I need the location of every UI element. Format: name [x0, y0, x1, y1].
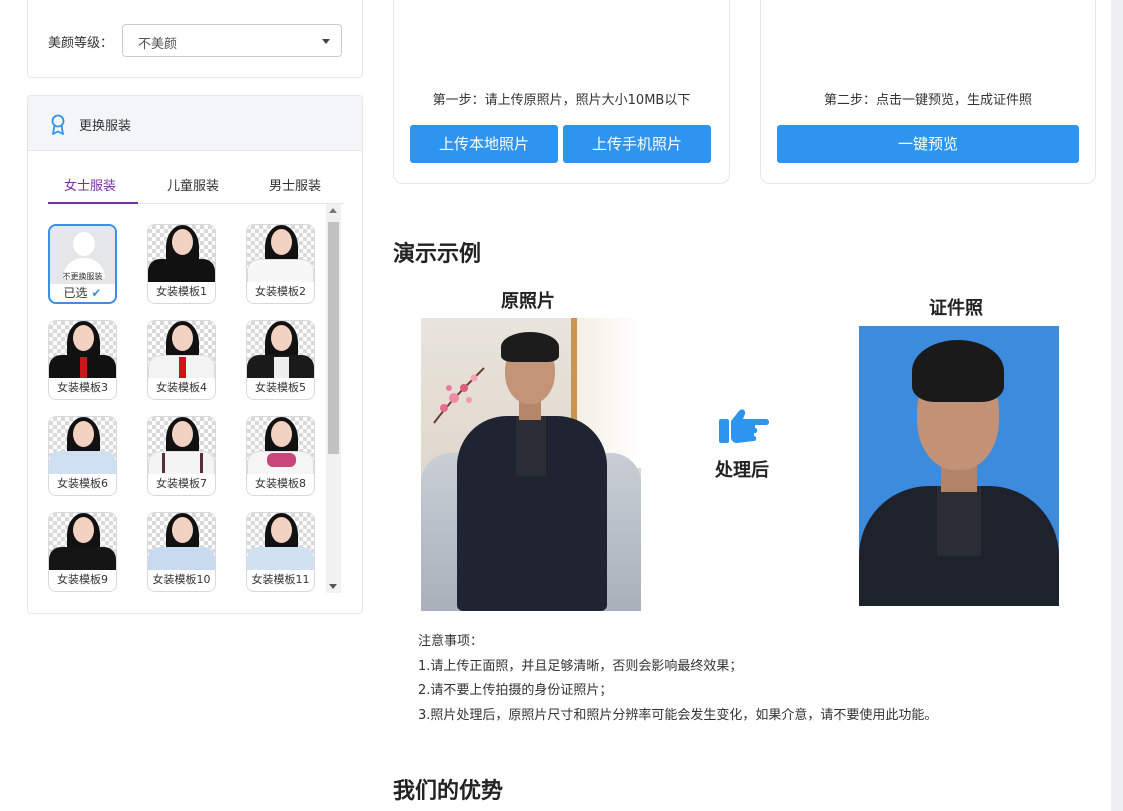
id-photo-image — [859, 326, 1059, 606]
beauty-level-select[interactable]: 不美颜 — [122, 24, 342, 57]
page-gutter — [1111, 0, 1123, 811]
template-thumbnail — [247, 321, 314, 379]
template-thumbnail — [148, 321, 215, 379]
template-item[interactable]: 女装模板2 — [246, 224, 315, 304]
original-photo-label: 原照片 — [501, 291, 555, 312]
step2-instruction: 第二步：点击一键预览，生成证件照 — [823, 93, 1032, 108]
template-item[interactable]: 女装模板7 — [147, 416, 216, 496]
notes-item: 1.请上传正面照，并且足够清晰，否则会影响最终效果； — [418, 658, 743, 674]
template-item[interactable]: 女装模板6 — [48, 416, 117, 496]
checkmark-icon: ✔ — [91, 286, 102, 300]
template-caption: 女装模板1 — [148, 282, 215, 303]
notes-block: 注意事项： 1.请上传正面照，并且足够清晰，否则会影响最终效果； 2.请不要上传… — [418, 630, 937, 728]
template-caption: 女装模板11 — [247, 570, 314, 591]
selected-indicator: 已选 ✔ — [50, 284, 115, 301]
template-caption: 女装模板6 — [49, 474, 116, 495]
template-caption: 女装模板9 — [49, 570, 116, 591]
no-clothes-placeholder: 不更换服装 — [50, 226, 115, 284]
advantages-section-title: 我们的优势 — [393, 779, 504, 804]
template-caption: 女装模板10 — [148, 570, 215, 591]
template-thumbnail — [148, 417, 215, 475]
template-caption: 女装模板8 — [247, 474, 314, 495]
template-item[interactable]: 女装模板10 — [147, 512, 216, 592]
tab-men-clothes[interactable]: 男士服装 — [269, 175, 321, 194]
template-item[interactable]: 女装模板4 — [147, 320, 216, 400]
template-caption: 女装模板5 — [247, 378, 314, 399]
template-thumbnail — [49, 417, 116, 475]
template-thumbnail — [49, 513, 116, 571]
template-caption: 女装模板3 — [49, 378, 116, 399]
scroll-down-icon[interactable] — [329, 584, 337, 589]
avatar-head-shape — [73, 232, 95, 256]
template-item[interactable]: 女装模板11 — [246, 512, 315, 592]
template-thumbnail — [49, 321, 116, 379]
award-ribbon-icon — [51, 114, 65, 135]
tab-active-indicator — [48, 202, 138, 204]
one-click-preview-button[interactable]: 一键预览 — [777, 125, 1079, 163]
beauty-level-label: 美颜等级： — [48, 36, 114, 51]
template-item[interactable]: 女装模板3 — [48, 320, 117, 400]
clothes-card-header: 更换服装 — [28, 96, 362, 151]
template-thumbnail — [247, 513, 314, 571]
clothes-tabs: 女士服装 儿童服装 男士服装 — [48, 171, 344, 204]
chevron-down-icon — [322, 39, 330, 44]
notes-item: 2.请不要上传拍摄的身份证照片； — [418, 683, 613, 698]
template-caption: 女装模板4 — [148, 378, 215, 399]
id-photo-label: 证件照 — [929, 298, 983, 319]
template-thumbnail — [148, 513, 215, 571]
upload-phone-photo-button[interactable]: 上传手机照片 — [563, 125, 711, 163]
demo-section-title: 演示示例 — [393, 242, 482, 267]
template-none[interactable]: 不更换服装 已选 ✔ — [48, 224, 117, 304]
notes-title: 注意事项： — [418, 634, 484, 649]
tab-women-clothes[interactable]: 女士服装 — [64, 175, 116, 194]
notes-item: 3.照片处理后，原照片尺寸和照片分辨率可能会发生变化，如果介意，请不要使用此功能… — [418, 707, 938, 723]
tab-children-clothes[interactable]: 儿童服装 — [167, 175, 219, 194]
template-thumbnail — [247, 225, 314, 283]
template-item[interactable]: 女装模板1 — [147, 224, 216, 304]
template-caption: 女装模板7 — [148, 474, 215, 495]
template-caption: 女装模板2 — [247, 282, 314, 303]
template-item[interactable]: 女装模板5 — [246, 320, 315, 400]
step1-instruction: 第一步：请上传原照片，照片大小10MB以下 — [432, 93, 691, 108]
upload-local-photo-button[interactable]: 上传本地照片 — [410, 125, 558, 163]
template-thumbnail — [148, 225, 215, 283]
beauty-level-value: 不美颜 — [138, 37, 178, 52]
clothes-card-title: 更换服装 — [79, 119, 132, 134]
original-photo-image — [421, 318, 641, 611]
selected-text: 已选 — [63, 286, 88, 300]
hand-pointing-right-icon — [719, 409, 769, 443]
upload-card: 第一步：请上传原照片，照片大小10MB以下 上传本地照片 上传手机照片 — [393, 0, 730, 184]
clothes-template-grid: 不更换服装 已选 ✔ 女装模板1 女装模板2 女装模板3 女装模板4 女装模板5… — [48, 224, 324, 604]
template-thumbnail — [247, 417, 314, 475]
scroll-up-icon[interactable] — [329, 208, 337, 213]
beauty-level-card: 美颜等级： 不美颜 — [27, 0, 363, 78]
template-scrollbar[interactable] — [326, 204, 341, 593]
page: 美颜等级： 不美颜 更换服装 女士服装 儿童服装 男士服装 不更换服装 已选 ✔… — [0, 0, 1111, 811]
template-item[interactable]: 女装模板9 — [48, 512, 117, 592]
preview-card: 第二步：点击一键预览，生成证件照 一键预览 — [760, 0, 1096, 184]
no-clothes-text: 不更换服装 — [62, 272, 103, 281]
scrollbar-thumb[interactable] — [328, 222, 339, 454]
processed-label: 处理后 — [715, 460, 769, 481]
clothes-card: 更换服装 女士服装 儿童服装 男士服装 不更换服装 已选 ✔ 女装模板1 女装模… — [27, 95, 363, 614]
template-item[interactable]: 女装模板8 — [246, 416, 315, 496]
